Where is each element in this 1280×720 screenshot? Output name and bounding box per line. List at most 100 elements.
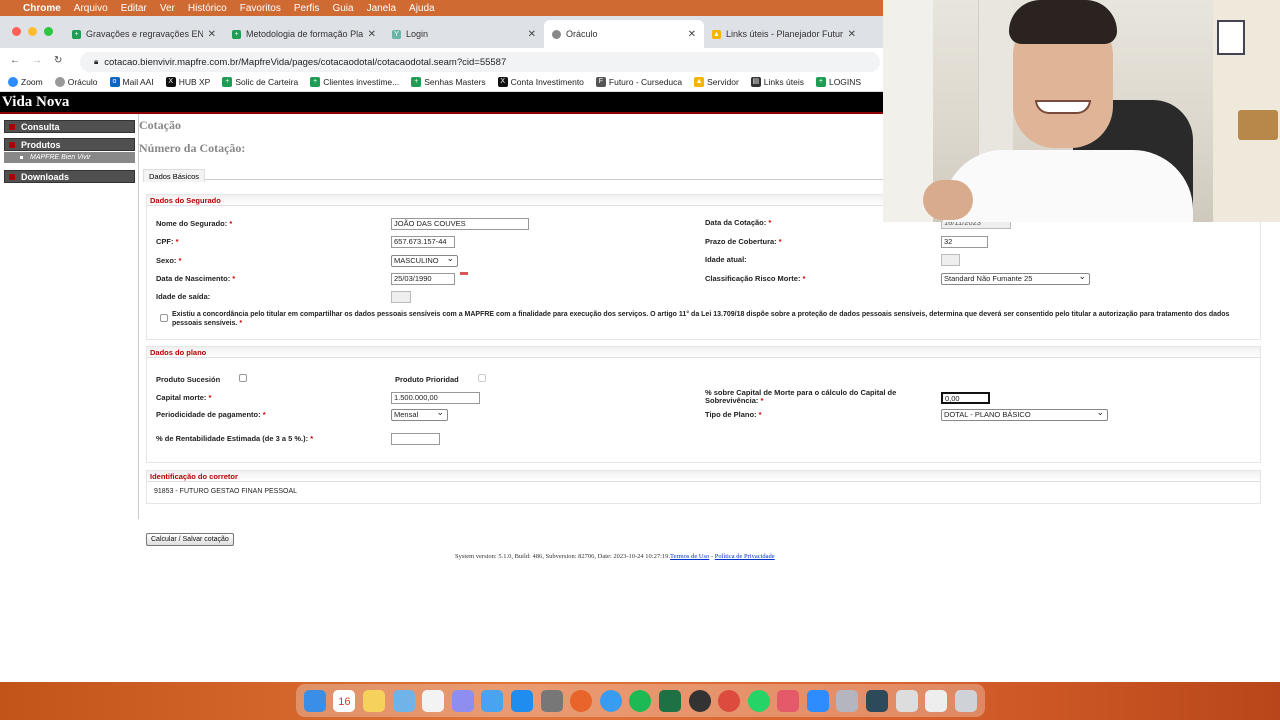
tab-oraculo[interactable]: Oráculo ✕ (544, 20, 704, 48)
app-menu[interactable]: Chrome (23, 3, 61, 14)
app-icon[interactable] (777, 689, 800, 712)
folder-icon[interactable] (925, 689, 948, 712)
reminders-icon[interactable] (422, 689, 445, 712)
tab-metodologia[interactable]: + Metodologia de formação Pla ✕ (224, 20, 384, 48)
nome-input[interactable]: JOÃO DAS COUVES (391, 218, 529, 230)
risco-select[interactable]: Standard Não Fumante 25 (941, 271, 1090, 285)
nascimento-input[interactable]: 25/03/1990 (391, 273, 455, 285)
document-icon[interactable] (895, 689, 918, 712)
tab-links-uteis[interactable]: ▲ Links úteis - Planejador Futur ✕ (704, 20, 864, 48)
required-marker: * (308, 434, 314, 443)
section-header: Dados do plano (147, 347, 1260, 358)
reload-icon[interactable]: ↻ (54, 55, 62, 66)
zoom-icon[interactable] (806, 689, 829, 712)
sidebar-subitem-mapfre[interactable]: MAPFRE Bien Vivir (4, 152, 135, 163)
close-tab-icon[interactable]: ✕ (368, 29, 376, 40)
bookmark-clientes[interactable]: + Clientes investime... (310, 76, 399, 87)
notes-icon[interactable] (362, 689, 385, 712)
corretor-value: 91853 - FUTURO GESTAO FINAN PESSOAL (154, 488, 298, 495)
freeform-icon[interactable] (392, 689, 415, 712)
sexo-select[interactable]: MASCULINO (391, 253, 458, 267)
required-marker: * (237, 319, 243, 327)
menu-historico[interactable]: Histórico (188, 3, 227, 14)
bookmark-logins[interactable]: + LOGINS (815, 76, 861, 87)
excel-icon[interactable] (658, 689, 681, 712)
sidebar-item-produtos[interactable]: Produtos (4, 138, 135, 151)
sidebar-item-consulta[interactable]: Consulta (4, 120, 135, 133)
bookmark-zoom[interactable]: Zoom (8, 76, 43, 87)
privacy-link[interactable]: Política de Privacidade (715, 553, 775, 560)
cpf-input[interactable]: 657.673.157-44 (391, 236, 455, 248)
bookmark-oraculo[interactable]: Oráculo (54, 76, 98, 87)
back-icon[interactable]: ← (10, 55, 20, 66)
bookmark-conta[interactable]: X Conta Investimento (497, 76, 584, 87)
menu-favoritos[interactable]: Favoritos (240, 3, 281, 14)
close-window-icon[interactable] (12, 27, 21, 36)
periodicidade-select[interactable]: Mensal (391, 407, 448, 421)
label-text: Prazo de Cobertura: (705, 237, 777, 246)
bookmark-senhas[interactable]: + Senhas Masters (411, 76, 486, 87)
launchpad-icon[interactable] (451, 689, 474, 712)
tab-label: Metodologia de formação Pla (246, 29, 363, 39)
firefox-icon[interactable] (570, 689, 593, 712)
xp-icon: X (497, 76, 508, 87)
required-marker: * (776, 237, 782, 246)
terms-link[interactable]: Termos de Uso (670, 553, 709, 560)
spotify-icon[interactable] (629, 689, 652, 712)
prioridad-checkbox[interactable] (478, 374, 486, 382)
menu-janela[interactable]: Janela (367, 3, 396, 14)
close-tab-icon[interactable]: ✕ (688, 29, 696, 40)
preview-icon[interactable] (836, 689, 859, 712)
rentabilidade-input[interactable] (391, 433, 440, 445)
whatsapp-icon[interactable] (747, 689, 770, 712)
calendar-icon[interactable]: 16 (333, 689, 356, 712)
menu-ver[interactable]: Ver (160, 3, 175, 14)
bookmark-hub-xp[interactable]: X HUB XP (165, 76, 210, 87)
required-marker: * (230, 274, 236, 283)
bookmark-solic-carteira[interactable]: + Solic de Carteira (222, 76, 298, 87)
menu-guia[interactable]: Guia (332, 3, 353, 14)
sheets-icon: + (411, 76, 422, 87)
zoom-icon (8, 76, 18, 87)
bookmark-mail-aai[interactable]: o Mail AAI (109, 76, 154, 87)
close-tab-icon[interactable]: ✕ (848, 29, 856, 40)
label-text: Sexo: (156, 256, 177, 265)
prazo-input[interactable]: 32 (941, 236, 988, 248)
trash-icon[interactable] (954, 689, 977, 712)
menu-perfis[interactable]: Perfis (294, 3, 320, 14)
sucesion-checkbox[interactable] (239, 374, 247, 382)
menu-ajuda[interactable]: Ajuda (409, 3, 435, 14)
person-smile (1035, 100, 1091, 114)
tab-dados-basicos[interactable]: Dados Básicos (143, 169, 206, 182)
bookmark-label: Links úteis (763, 76, 804, 87)
consent-checkbox[interactable] (160, 314, 168, 322)
tab-login[interactable]: Y Login ✕ (384, 20, 544, 48)
bookmark-links[interactable]: ▤ Links úteis (750, 76, 804, 87)
mail-icon[interactable] (481, 689, 504, 712)
address-bar[interactable]: 🔒︎ cotacao.bienvivir.mapfre.com.br/Mapfr… (80, 52, 880, 72)
data-cotacao-label: Data da Cotação: * (705, 218, 771, 227)
close-tab-icon[interactable]: ✕ (208, 29, 216, 40)
settings-icon[interactable] (540, 689, 563, 712)
tab-gravacoes[interactable]: + Gravações e regravações ENF ✕ (64, 20, 224, 48)
safari-icon[interactable] (599, 689, 622, 712)
menu-arquivo[interactable]: Arquivo (74, 3, 108, 14)
calcular-salvar-button[interactable]: Calcular / Salvar cotação (146, 533, 234, 546)
app-store-icon[interactable] (510, 689, 533, 712)
maximize-window-icon[interactable] (44, 27, 53, 36)
capital-input[interactable]: 1.500.000,00 (391, 392, 480, 404)
bookmark-servidor[interactable]: ▲ Servidor (694, 76, 739, 87)
minimize-window-icon[interactable] (28, 27, 37, 36)
sidebar-item-downloads[interactable]: Downloads (4, 170, 135, 183)
tipo-plano-select[interactable]: DOTAL - PLANO BÁSICO (941, 407, 1108, 421)
close-tab-icon[interactable]: ✕ (528, 29, 536, 40)
chrome-icon[interactable] (718, 689, 741, 712)
quicktime-icon[interactable] (866, 689, 889, 712)
finder-icon[interactable] (303, 689, 326, 712)
calendar-icon[interactable] (460, 272, 468, 275)
pct-sobrevivencia-input[interactable]: 0,00 (941, 392, 990, 404)
forward-icon[interactable]: → (32, 55, 42, 66)
chatgpt-icon[interactable] (688, 689, 711, 712)
bookmark-futuro[interactable]: F Futuro - Curseduca (595, 76, 682, 87)
menu-editar[interactable]: Editar (121, 3, 147, 14)
